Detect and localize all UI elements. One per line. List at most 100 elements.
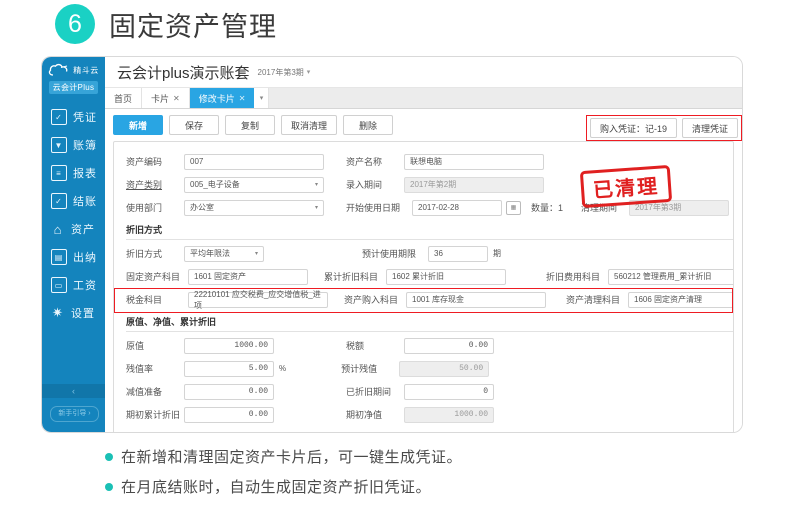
sidebar-item-cashier[interactable]: ▤ 出纳 bbox=[42, 243, 105, 271]
field-label: 原值 bbox=[126, 341, 145, 351]
copy-button[interactable]: 复制 bbox=[225, 115, 275, 135]
field-label: 残值率 bbox=[126, 364, 154, 374]
main-area: 云会计plus演示账套 2017年第3期 ▾ 首页 卡片 ✕ 修改卡片 ✕ ▾ … bbox=[105, 57, 742, 432]
field-label: 固定资产科目 bbox=[126, 272, 181, 282]
accum-dep-subject-input[interactable]: 1602 累计折旧 bbox=[386, 268, 506, 285]
tab-home[interactable]: 首页 bbox=[105, 88, 143, 108]
field-label: 开始使用日期 bbox=[346, 203, 401, 213]
field-label: 预计使用期限 bbox=[362, 249, 417, 259]
cancel-clearance-button[interactable]: 取消清理 bbox=[281, 115, 338, 135]
field-label: 累计折旧科目 bbox=[324, 272, 379, 282]
dep-life-input[interactable]: 36 bbox=[428, 245, 488, 262]
purchase-voucher-button[interactable]: 购入凭证：记-19 bbox=[589, 118, 677, 138]
sidebar: 精斗云 云会计Plus ✓ 凭证 ▼ 账簿 ≡ 报表 ✓ 结账 ⌂ 资产 ▤ 出… bbox=[42, 57, 105, 432]
department-select[interactable]: 办公室 ▾ bbox=[184, 199, 324, 216]
field-entry-period: 录入期间 2017年第2期 bbox=[346, 176, 544, 193]
sidebar-collapse-button[interactable]: ‹ bbox=[42, 384, 105, 398]
field-label: 资产名称 bbox=[346, 157, 383, 167]
sidebar-item-ledger[interactable]: ▼ 账簿 bbox=[42, 131, 105, 159]
bullet-icon bbox=[105, 452, 113, 461]
form-row-value-1: 原值 1000.00 税额 0.00 bbox=[114, 334, 733, 357]
tax-subject-input[interactable]: 22210101 应交税费_应交增值税_进项 bbox=[188, 290, 328, 310]
salvage-rate-unit: % bbox=[279, 364, 287, 373]
impairment-input[interactable]: 0.00 bbox=[184, 383, 274, 400]
dep-method-select[interactable]: 平均年限法 ▾ bbox=[184, 245, 264, 262]
sidebar-item-settings[interactable]: ✷ 设置 bbox=[42, 299, 105, 327]
original-value-input[interactable]: 1000.00 bbox=[184, 337, 274, 354]
sidebar-item-vouchers[interactable]: ✓ 凭证 bbox=[42, 103, 105, 131]
gear-icon: ✷ bbox=[52, 305, 64, 320]
field-label: 期初累计折旧 bbox=[126, 410, 181, 420]
cloud-icon bbox=[48, 63, 70, 77]
sidebar-item-closing[interactable]: ✓ 结账 bbox=[42, 187, 105, 215]
field-label: 资产编码 bbox=[126, 157, 163, 167]
sidebar-item-assets[interactable]: ⌂ 资产 bbox=[42, 215, 105, 243]
field-label: 税金科目 bbox=[126, 295, 163, 305]
note-item: 在新增和清理固定资产卡片后，可一键生成凭证。 bbox=[105, 446, 462, 467]
calendar-icon[interactable]: ▦ bbox=[506, 200, 521, 215]
dep-expense-subject-input[interactable]: 560212 管理费用_累计折旧 bbox=[608, 268, 733, 285]
asset-type-select[interactable]: 005_电子设备 ▾ bbox=[184, 176, 324, 193]
fixed-asset-subject-input[interactable]: 1601 固定资产 bbox=[188, 268, 308, 285]
tab-bar-filler bbox=[269, 88, 742, 108]
app-header: 云会计plus演示账套 2017年第3期 ▾ bbox=[105, 57, 742, 88]
clearance-subject-input[interactable]: 1606 固定资产清理 bbox=[628, 291, 733, 308]
field-fixed-asset-subject: 固定资产科目 1601 固定资产 bbox=[126, 268, 308, 285]
begin-accum-dep-input[interactable]: 0.00 bbox=[184, 406, 274, 423]
field-label: 资产类别 bbox=[126, 180, 163, 190]
field-accum-dep-subject: 累计折旧科目 1602 累计折旧 bbox=[324, 268, 506, 285]
field-label: 折旧方式 bbox=[126, 249, 163, 259]
salvage-rate-input[interactable]: 5.00 bbox=[184, 360, 274, 377]
field-asset-code: 资产编码 007 bbox=[126, 153, 324, 170]
tab-card[interactable]: 卡片 ✕ bbox=[142, 88, 190, 108]
field-dep-expense-subject: 折旧费用科目 560212 管理费用_累计折旧 bbox=[546, 268, 733, 285]
sidebar-item-reports[interactable]: ≡ 报表 bbox=[42, 159, 105, 187]
form-row-value-4: 期初累计折旧 0.00 期初净值 1000.00 bbox=[114, 403, 733, 426]
asset-code-input[interactable]: 007 bbox=[184, 153, 324, 170]
purchase-subject-input[interactable]: 1001 库存现金 bbox=[406, 291, 546, 308]
chevron-down-icon[interactable]: ▾ bbox=[307, 68, 311, 76]
add-button[interactable]: 新增 bbox=[113, 115, 163, 135]
report-icon: ≡ bbox=[51, 165, 67, 181]
section-number-badge: 6 bbox=[55, 4, 95, 44]
close-icon[interactable]: ✕ bbox=[239, 94, 246, 103]
start-date-input[interactable]: 2017-02-28 bbox=[412, 199, 502, 216]
asset-type-value: 005_电子设备 bbox=[190, 180, 240, 189]
close-icon[interactable]: ✕ bbox=[173, 94, 180, 103]
chevron-down-icon: ▾ bbox=[254, 251, 258, 257]
field-label: 税额 bbox=[346, 341, 365, 351]
field-purchase-subject: 资产购入科目 1001 库存现金 bbox=[344, 291, 546, 308]
cashier-icon: ▤ bbox=[51, 249, 67, 265]
clearance-voucher-button[interactable]: 清理凭证 bbox=[681, 118, 738, 138]
delete-button[interactable]: 删除 bbox=[343, 115, 394, 135]
depreciated-period-input[interactable]: 0 bbox=[404, 383, 494, 400]
save-button[interactable]: 保存 bbox=[169, 115, 219, 135]
voucher-icon: ✓ bbox=[51, 109, 67, 125]
field-dep-life: 预计使用期限 36 期 bbox=[362, 245, 501, 262]
department-value: 办公室 bbox=[190, 203, 214, 212]
salary-icon: ▭ bbox=[51, 277, 67, 293]
note-text: 在月底结账时，自动生成固定资产折旧凭证。 bbox=[121, 479, 432, 496]
asset-name-input[interactable]: 联想电脑 bbox=[404, 153, 544, 170]
field-asset-name: 资产名称 联想电脑 bbox=[346, 153, 544, 170]
sidebar-item-label: 凭证 bbox=[73, 112, 97, 124]
tab-edit-card[interactable]: 修改卡片 ✕ bbox=[189, 88, 255, 108]
tax-amount-input[interactable]: 0.00 bbox=[404, 337, 494, 354]
field-label: 期初净值 bbox=[346, 410, 383, 420]
tab-more-button[interactable]: ▾ bbox=[254, 88, 270, 108]
form-row-depreciation-2: 固定资产科目 1601 固定资产 累计折旧科目 1602 累计折旧 折旧费用科目… bbox=[114, 265, 733, 288]
field-label: 已折旧期间 bbox=[346, 387, 392, 397]
sidebar-item-salary[interactable]: ▭ 工资 bbox=[42, 271, 105, 299]
sidebar-item-label: 资产 bbox=[71, 224, 95, 236]
tab-label: 卡片 bbox=[151, 93, 170, 104]
beginner-guide-button[interactable]: 新手引导 › bbox=[50, 406, 99, 422]
field-label: 资产购入科目 bbox=[344, 295, 399, 305]
field-asset-type: 资产类别 005_电子设备 ▾ bbox=[126, 176, 324, 193]
period-selector-label[interactable]: 2017年第3期 bbox=[258, 67, 304, 78]
asset-card-form: 资产编码 007 资产名称 联想电脑 资产类别 005_电子设备 ▾ 录入期间 … bbox=[113, 141, 734, 432]
field-tax-amount: 税额 0.00 bbox=[346, 337, 494, 354]
field-expected-salvage: 预计残值 50.00 bbox=[341, 360, 490, 377]
form-row-value-2: 残值率 5.00 % 预计残值 50.00 bbox=[114, 357, 733, 380]
voucher-buttons-group: 购入凭证：记-19 清理凭证 bbox=[585, 115, 742, 141]
field-clearance-subject: 资产清理科目 1606 固定资产清理 bbox=[566, 291, 733, 308]
